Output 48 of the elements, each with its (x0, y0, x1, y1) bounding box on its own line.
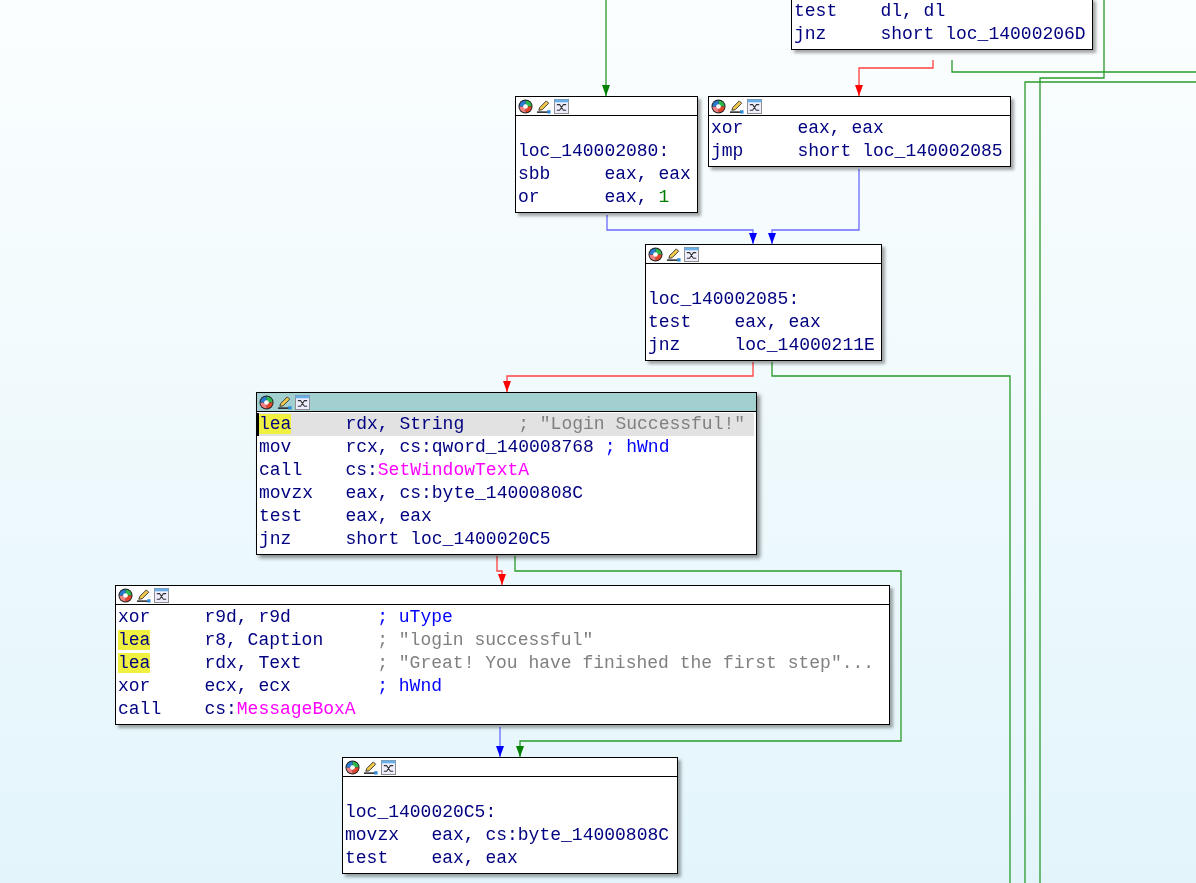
code-block[interactable]: lea rdx, String ; "Login Successful!" mov rcx, cs:qword_140008768 ; hWnd call cs:SetWindowTextA movzx eax, cs:byte_14000808C test eax, eax jnz short loc_1400020C5 (256, 392, 757, 555)
code-line: test dl, dl (794, 0, 947, 23)
code-block[interactable]: loc_140002085: test eax, eax jnz loc_14000211E (645, 244, 882, 361)
code-line: xor ecx, ecx ; hWnd (118, 675, 444, 698)
code-line: jnz loc_14000211E (648, 334, 876, 357)
code-line: test eax, eax (345, 847, 519, 870)
code-line: mov rcx, cs:qword_140008768 ; hWnd (259, 436, 671, 459)
code-line: test eax, eax (648, 311, 822, 334)
code-line: or eax, 1 (518, 186, 671, 209)
code-line: jmp short loc_140002085 (711, 140, 1004, 163)
palette-icon[interactable] (518, 98, 533, 114)
pencil-icon[interactable] (363, 759, 378, 775)
shuffle-icon[interactable] (154, 587, 169, 603)
palette-icon[interactable] (648, 246, 663, 262)
pencil-icon[interactable] (136, 587, 151, 603)
code-line: lea rdx, Text ; "Great! You have finished the first step"... (118, 652, 876, 675)
code-line: movzx eax, cs:byte_14000808C (259, 482, 585, 505)
palette-icon[interactable] (118, 587, 133, 603)
pencil-icon[interactable] (536, 98, 551, 114)
shuffle-icon[interactable] (747, 98, 762, 114)
code-line: call cs:MessageBoxA (118, 698, 357, 721)
code-label: loc_140002080: (518, 140, 671, 163)
shuffle-icon[interactable] (684, 246, 699, 262)
palette-icon[interactable] (345, 759, 360, 775)
palette-icon[interactable] (711, 98, 726, 114)
code-block[interactable]: loc_140002080: sbb eax, eax or eax, 1 (515, 96, 698, 213)
code-label: loc_1400020C5: (345, 801, 498, 824)
code-line: test eax, eax (259, 505, 433, 528)
code-label: loc_140002085: (648, 288, 801, 311)
code-line: lea r8, Caption ; "login successful" (118, 629, 595, 652)
pencil-icon[interactable] (729, 98, 744, 114)
code-line: jnz short loc_1400020C5 (259, 528, 552, 551)
code-block[interactable]: xor r9d, r9d ; uType lea r8, Caption ; "login successful" lea rdx, Text ; "Great! You have finished the first step"... xor ecx, ecx ; hWnd call cs:MessageBoxA (115, 585, 890, 725)
code-line: jnz short loc_14000206D (794, 23, 1087, 46)
shuffle-icon[interactable] (381, 759, 396, 775)
shuffle-icon[interactable] (554, 98, 569, 114)
code-line: sbb eax, eax (518, 163, 692, 186)
shuffle-icon[interactable] (295, 394, 310, 410)
code-block[interactable]: loc_1400020C5: movzx eax, cs:byte_14000808C test eax, eax (342, 757, 678, 874)
palette-icon[interactable] (259, 394, 274, 410)
pencil-icon[interactable] (666, 246, 681, 262)
code-line: xor eax, eax (711, 117, 885, 140)
code-block[interactable]: test dl, dl jnz short loc_14000206D (791, 0, 1093, 50)
pencil-icon[interactable] (277, 394, 292, 410)
code-block[interactable]: xor eax, eax jmp short loc_140002085 (708, 96, 1011, 167)
code-line: movzx eax, cs:byte_14000808C (345, 824, 671, 847)
code-line: call cs:SetWindowTextA (259, 459, 531, 482)
code-line: xor r9d, r9d ; uType (118, 606, 454, 629)
